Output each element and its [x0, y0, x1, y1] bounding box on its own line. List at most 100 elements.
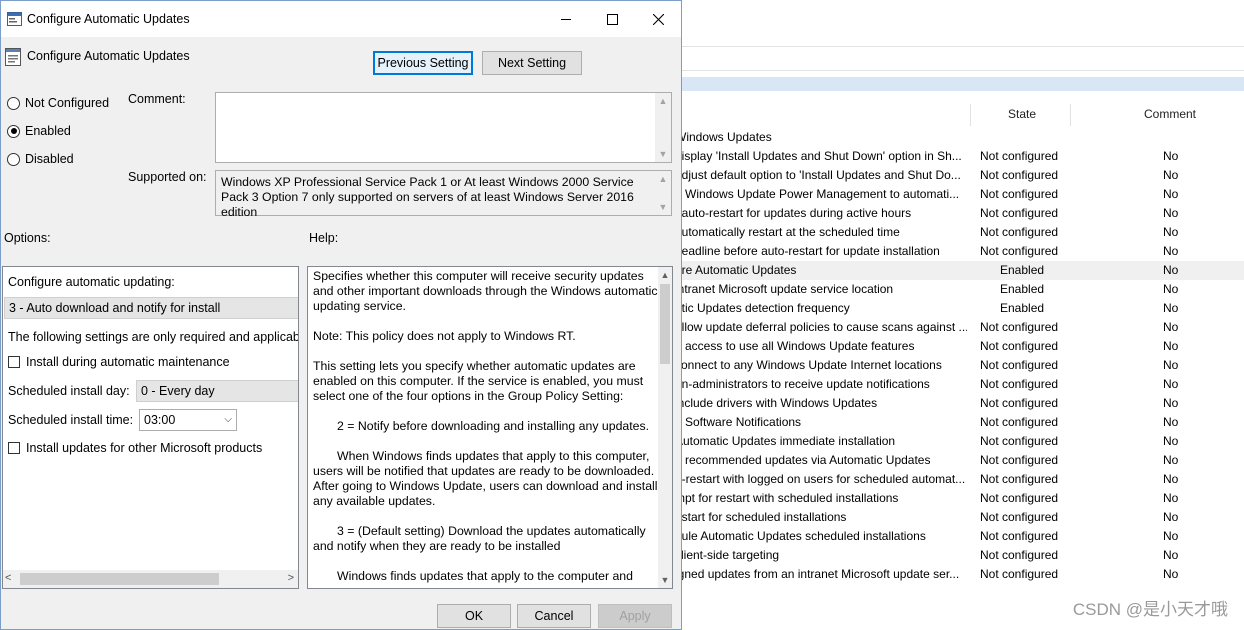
checkbox-box[interactable] [8, 442, 20, 454]
install-maintenance-checkbox[interactable]: Install during automatic maintenance [8, 355, 230, 369]
column-separator[interactable] [970, 104, 971, 126]
policy-row[interactable]: estart for scheduled installations Not co… [675, 508, 1244, 527]
scroll-down-icon[interactable]: ▼ [655, 146, 671, 162]
install-day-value: 0 - Every day [141, 384, 215, 398]
policy-row[interactable]: allow update deferral policies to cause … [675, 318, 1244, 337]
configure-updating-select[interactable]: 3 - Auto download and notify for install [4, 297, 298, 319]
other-products-checkbox[interactable]: Install updates for other Microsoft prod… [8, 441, 262, 455]
policy-group-row[interactable]: Windows Updates [675, 128, 1244, 147]
policy-comment: No [1163, 263, 1179, 277]
policy-name: client-side targeting [675, 548, 780, 562]
policy-state: Not configured [980, 567, 1059, 581]
divider [680, 70, 1244, 71]
policy-row[interactable]: intranet Microsoft update service locati… [675, 280, 1244, 299]
policy-comment: No [1163, 434, 1179, 448]
policy-row[interactable]: display 'Install Updates and Shut Down' … [675, 147, 1244, 166]
cancel-button[interactable]: Cancel [517, 604, 591, 628]
scroll-left-icon[interactable]: < [5, 572, 11, 584]
policy-row[interactable]: atic Updates detection frequency Enabled N… [675, 299, 1244, 318]
scroll-down-icon[interactable]: ▼ [658, 572, 672, 588]
policy-row[interactable]: n recommended updates via Automatic Upda… [675, 451, 1244, 470]
policy-comment: No [1163, 149, 1179, 163]
previous-setting-button[interactable]: Previous Setting [373, 51, 473, 75]
scrollbar-thumb[interactable] [20, 573, 219, 585]
radio-circle[interactable] [7, 96, 20, 110]
policy-state: Not configured [980, 548, 1059, 562]
install-time-label: Scheduled install time: [8, 413, 134, 427]
scroll-up-icon[interactable]: ▲ [655, 171, 671, 187]
policy-row[interactable]: f auto-restart for updates during active… [675, 204, 1244, 223]
apply-button[interactable]: Apply [598, 604, 672, 628]
comment-textarea[interactable]: ▲ ▼ [215, 92, 672, 163]
policy-row[interactable]: mpt for restart with scheduled installat… [675, 489, 1244, 508]
policy-comment: No [1163, 320, 1179, 334]
column-header-state[interactable]: State [1008, 100, 1036, 128]
help-paragraph: Windows finds updates that apply to the … [337, 569, 633, 583]
policy-row[interactable]: e access to use all Windows Update featu… [675, 337, 1244, 356]
policy-row[interactable]: Automatic Updates immediate installation… [675, 432, 1244, 451]
supported-on-field: Windows XP Professional Service Pack 1 o… [215, 170, 672, 219]
maximize-icon [606, 13, 618, 25]
ok-button[interactable]: OK [437, 604, 511, 628]
policy-comment: No [1163, 244, 1179, 258]
policy-name: o-restart with logged on users for sched… [675, 472, 966, 486]
policy-row[interactable]: ure Automatic Updates Enabled No [675, 261, 1244, 280]
scroll-down-icon[interactable]: ▼ [655, 199, 671, 215]
close-button[interactable] [635, 1, 681, 37]
comment-scrollbar[interactable]: ▲ ▼ [655, 93, 671, 162]
radio-disabled[interactable]: Disabled [7, 152, 74, 166]
policy-row[interactable]: include drivers with Windows Updates Not … [675, 394, 1244, 413]
policy-row[interactable]: igned updates from an intranet Microsoft… [675, 565, 1244, 584]
policy-row[interactable]: n Software Notifications Not configured No [675, 413, 1244, 432]
help-paragraph: When Windows finds updates that apply to… [313, 449, 658, 508]
help-paragraph: Note: This policy does not apply to Wind… [313, 329, 576, 343]
policy-comment: No [1163, 567, 1179, 581]
divider [680, 46, 1244, 47]
policy-name: include drivers with Windows Updates [675, 396, 878, 410]
policy-comment: No [1163, 358, 1179, 372]
options-horizontal-scrollbar[interactable]: < > [3, 570, 298, 588]
next-setting-button[interactable]: Next Setting [482, 51, 582, 75]
radio-circle[interactable] [7, 124, 20, 138]
policy-comment: No [1163, 415, 1179, 429]
policy-row[interactable]: deadline before auto-restart for update … [675, 242, 1244, 261]
column-header-comment[interactable]: Comment [1144, 100, 1196, 128]
minimize-button[interactable] [543, 1, 589, 37]
policy-row[interactable]: on-administrators to receive update noti… [675, 375, 1244, 394]
radio-enabled[interactable]: Enabled [7, 124, 71, 138]
policy-row[interactable]: client-side targeting Not configured No [675, 546, 1244, 565]
policy-state: Not configured [980, 358, 1059, 372]
scrollbar-thumb[interactable] [660, 284, 670, 364]
install-day-label: Scheduled install day: [8, 384, 130, 398]
scroll-up-icon[interactable]: ▲ [655, 93, 671, 109]
help-scrollbar[interactable]: ▲ ▼ [658, 267, 672, 588]
scroll-up-icon[interactable]: ▲ [658, 267, 672, 283]
policy-state: Not configured [980, 434, 1059, 448]
policy-row[interactable]: o-restart with logged on users for sched… [675, 470, 1244, 489]
title-bar[interactable]: Configure Automatic Updates [1, 1, 681, 37]
policy-comment: No [1163, 491, 1179, 505]
policy-row[interactable]: automatically restart at the scheduled t… [675, 223, 1244, 242]
policy-state: Not configured [980, 453, 1059, 467]
radio-not-configured[interactable]: Not Configured [7, 96, 109, 110]
policy-row[interactable]: adjust default option to 'Install Update… [675, 166, 1244, 185]
radio-circle[interactable] [7, 152, 20, 166]
scroll-right-icon[interactable]: > [288, 572, 294, 584]
policy-comment: No [1163, 282, 1179, 296]
install-day-select[interactable]: 0 - Every day [136, 380, 298, 402]
maximize-button[interactable] [589, 1, 635, 37]
policy-comment: No [1163, 510, 1179, 524]
policy-state: Not configured [980, 339, 1059, 353]
policy-row[interactable]: connect to any Windows Update Internet l… [675, 356, 1244, 375]
supported-on-label: Supported on: [128, 170, 207, 184]
policy-row[interactable]: dule Automatic Updates scheduled install… [675, 527, 1244, 546]
help-paragraph: 2 = Notify before downloading and instal… [337, 419, 650, 433]
supported-scrollbar[interactable]: ▲ ▼ [655, 171, 671, 215]
policy-name: igned updates from an intranet Microsoft… [675, 567, 960, 581]
policy-name: n Software Notifications [675, 415, 802, 429]
policy-name: adjust default option to 'Install Update… [675, 168, 961, 182]
checkbox-box[interactable] [8, 356, 20, 368]
column-separator[interactable] [1070, 104, 1071, 126]
policy-row[interactable]: g Windows Update Power Management to aut… [675, 185, 1244, 204]
install-time-select[interactable]: 03:00 ⌵ [139, 409, 237, 431]
